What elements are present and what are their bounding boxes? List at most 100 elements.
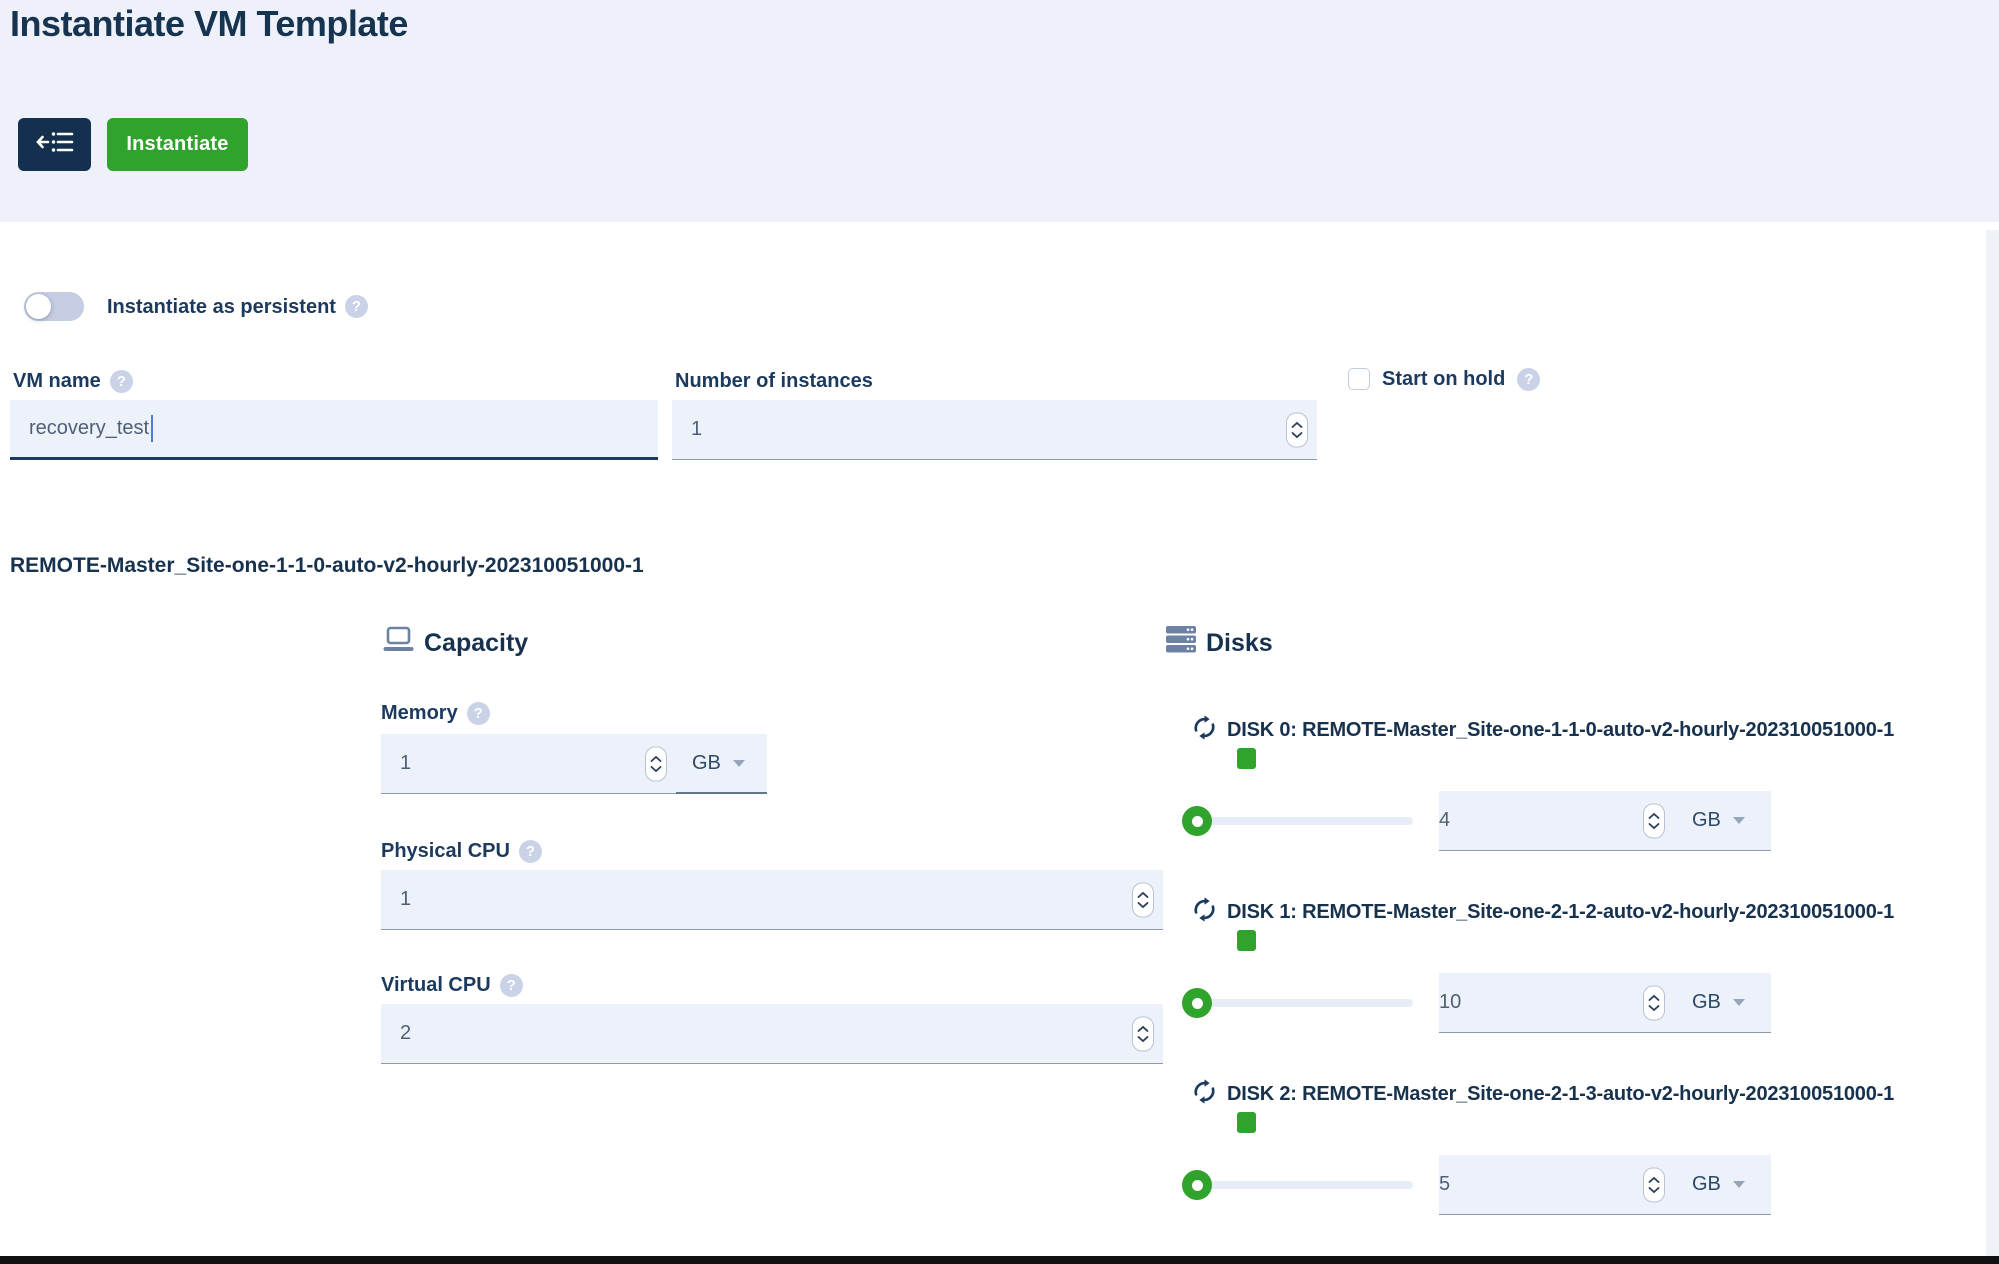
text-cursor (151, 415, 153, 442)
disk-unit-select[interactable]: GB (1674, 1173, 1771, 1196)
disk-status-square (1237, 930, 1256, 951)
disks-section-heading: Disks (1166, 626, 1273, 660)
page-header: Instantiate VM Template Instantiate (0, 0, 1999, 222)
disk-size-slider[interactable] (1166, 987, 1413, 1019)
number-stepper[interactable] (1132, 882, 1154, 917)
disk-size-input-group: 5 GB (1439, 1155, 1771, 1215)
number-stepper[interactable] (1643, 985, 1665, 1020)
start-on-hold-row: Start on hold ? (1348, 366, 1540, 392)
toggle-knob (26, 294, 51, 319)
disk-size-input[interactable]: 4 (1439, 791, 1674, 850)
memory-input-group: 1 GB (381, 734, 767, 794)
disk-unit-value: GB (1692, 1173, 1721, 1196)
physical-cpu-input[interactable]: 1 (381, 870, 1163, 930)
disk-unit-value: GB (1692, 809, 1721, 832)
disk-status-square (1237, 748, 1256, 769)
capacity-section-heading: Capacity (383, 626, 528, 661)
slider-track (1197, 1181, 1413, 1189)
scrollbar-track[interactable] (1986, 230, 1999, 1256)
slider-knob[interactable] (1182, 806, 1212, 836)
disk-size-value: 5 (1439, 1173, 1450, 1196)
memory-label: Memory (381, 700, 458, 726)
disk-1-header: DISK 1: REMOTE-Master_Site-one-2-1-2-aut… (1166, 896, 1894, 928)
chevron-down-icon (733, 760, 745, 767)
help-icon[interactable]: ? (110, 370, 133, 393)
disk-unit-select[interactable]: GB (1674, 991, 1771, 1014)
disk-label: DISK 0: REMOTE-Master_Site-one-1-1-0-aut… (1227, 719, 1894, 742)
bottom-window-border (0, 1256, 1999, 1264)
memory-value: 1 (381, 752, 411, 775)
disk-row: DISK 0: REMOTE-Master_Site-one-1-1-0-aut… (1166, 714, 1999, 854)
instantiate-button[interactable]: Instantiate (107, 118, 248, 171)
disk-0-controls: 4 GB (1166, 790, 1771, 852)
disk-size-value: 4 (1439, 809, 1450, 832)
disk-unit-value: GB (1692, 991, 1721, 1014)
help-icon[interactable]: ? (467, 702, 490, 725)
memory-unit-select[interactable]: GB (676, 735, 767, 794)
number-stepper[interactable] (1132, 1016, 1154, 1051)
virtual-cpu-value: 2 (381, 1022, 411, 1045)
disk-row: DISK 1: REMOTE-Master_Site-one-2-1-2-aut… (1166, 896, 1999, 1036)
disk-size-slider[interactable] (1166, 805, 1413, 837)
number-stepper[interactable] (645, 746, 667, 781)
vm-name-label: VM name (13, 368, 101, 394)
help-icon[interactable]: ? (1517, 368, 1540, 391)
capacity-heading-label: Capacity (424, 629, 528, 658)
page-title: Instantiate VM Template (10, 0, 408, 48)
number-stepper[interactable] (1643, 1167, 1665, 1202)
disk-size-value: 10 (1439, 991, 1461, 1014)
number-stepper[interactable] (1286, 412, 1308, 447)
slider-track (1197, 999, 1413, 1007)
disk-size-input[interactable]: 5 (1439, 1155, 1674, 1214)
chevron-down-icon (1733, 1181, 1745, 1188)
vm-name-value: recovery_test (10, 417, 149, 440)
memory-label-row: Memory ? (381, 700, 490, 726)
virtual-cpu-label: Virtual CPU (381, 972, 491, 998)
persistent-toggle-row: Instantiate as persistent ? (24, 292, 368, 321)
slider-track (1197, 817, 1413, 825)
vm-name-label-row: VM name ? (13, 368, 133, 394)
virtual-cpu-input[interactable]: 2 (381, 1004, 1163, 1064)
start-on-hold-checkbox[interactable] (1348, 368, 1370, 390)
disk-2-header: DISK 2: REMOTE-Master_Site-one-2-1-3-aut… (1166, 1078, 1894, 1110)
persistent-toggle[interactable] (24, 292, 84, 321)
instances-value: 1 (672, 418, 702, 441)
back-list-icon (35, 129, 75, 160)
disk-row: DISK 2: REMOTE-Master_Site-one-2-1-3-aut… (1166, 1078, 1999, 1218)
recycle-icon (1191, 1078, 1218, 1110)
help-icon[interactable]: ? (345, 295, 368, 318)
disk-unit-select[interactable]: GB (1674, 809, 1771, 832)
memory-input[interactable]: 1 (381, 734, 676, 793)
disk-1-controls: 10 GB (1166, 972, 1771, 1034)
instances-input[interactable]: 1 (672, 400, 1317, 460)
virtual-cpu-label-row: Virtual CPU ? (381, 972, 523, 998)
vm-name-input[interactable]: recovery_test (10, 400, 658, 460)
disk-label: DISK 2: REMOTE-Master_Site-one-2-1-3-aut… (1227, 1083, 1894, 1106)
physical-cpu-label-row: Physical CPU ? (381, 838, 542, 864)
help-icon[interactable]: ? (519, 840, 542, 863)
help-icon[interactable]: ? (500, 974, 523, 997)
instantiate-vm-template-page: Instantiate VM Template Instantiate (0, 0, 1999, 1264)
slider-knob[interactable] (1182, 1170, 1212, 1200)
template-name: REMOTE-Master_Site-one-1-1-0-auto-v2-hou… (10, 554, 644, 578)
instances-label-row: Number of instances (675, 368, 873, 394)
disks-heading-label: Disks (1206, 629, 1273, 658)
disk-2-controls: 5 GB (1166, 1154, 1771, 1216)
slider-knob[interactable] (1182, 988, 1212, 1018)
monitor-icon (383, 626, 414, 661)
chevron-down-icon (1733, 999, 1745, 1006)
disk-size-input[interactable]: 10 (1439, 973, 1674, 1032)
recycle-icon (1191, 896, 1218, 928)
disk-status-square (1237, 1112, 1256, 1133)
start-on-hold-label: Start on hold (1382, 366, 1505, 392)
chevron-down-icon (1733, 817, 1745, 824)
physical-cpu-label: Physical CPU (381, 838, 510, 864)
recycle-icon (1191, 714, 1218, 746)
back-to-list-button[interactable] (18, 118, 91, 171)
server-stack-icon (1166, 626, 1196, 660)
physical-cpu-value: 1 (381, 888, 411, 911)
disk-size-slider[interactable] (1166, 1169, 1413, 1201)
number-stepper[interactable] (1643, 803, 1665, 838)
disk-0-header: DISK 0: REMOTE-Master_Site-one-1-1-0-aut… (1166, 714, 1894, 746)
persistent-toggle-label: Instantiate as persistent (107, 294, 336, 320)
